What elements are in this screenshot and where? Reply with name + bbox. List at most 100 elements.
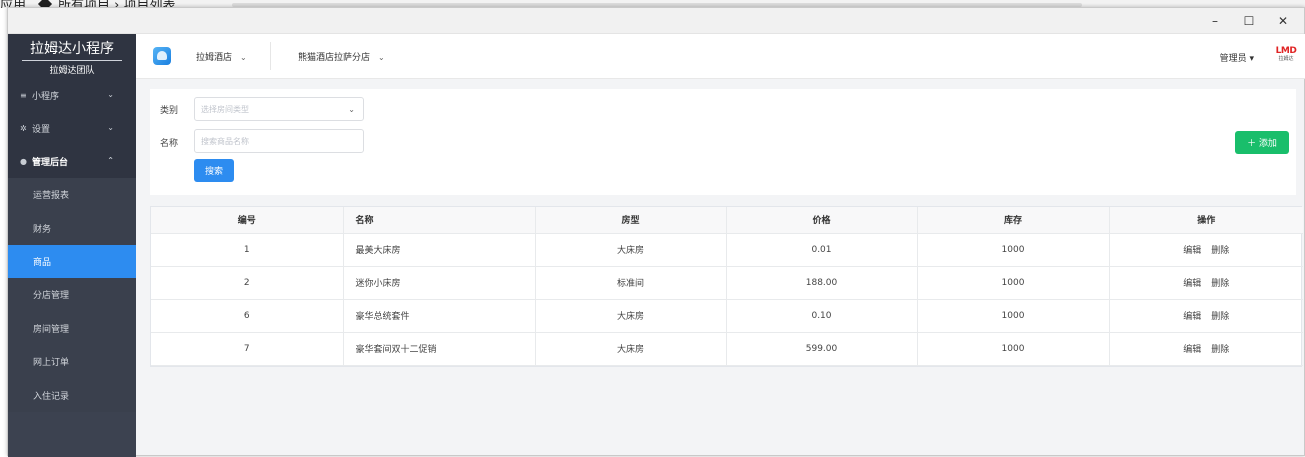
sidebar-item-products[interactable]: 商品: [8, 244, 136, 279]
brand-team: 拉姆达团队: [49, 65, 95, 76]
top-bar: 拉姆酒店 ⌄ 熊猫酒店拉萨分店 ⌄ 管理员 ▾ LMD 拉姆达: [136, 34, 1305, 79]
cell-actions: 编辑 删除: [1109, 299, 1303, 333]
sidebar-item-label: 财务: [33, 224, 52, 235]
cell-room-type: 大床房: [535, 299, 727, 333]
sidebar-item-label: 入住记录: [33, 391, 70, 402]
circle-icon: ●: [20, 157, 27, 166]
cell-actions: 编辑 删除: [1109, 332, 1303, 366]
search-button[interactable]: 搜索: [194, 159, 234, 182]
sidebar-item-label: 网上订单: [33, 358, 70, 369]
cell-id: 1: [151, 233, 344, 267]
cell-stock: 1000: [917, 332, 1110, 366]
chevron-down-icon: ⌄: [107, 90, 114, 99]
table-row: 7 豪华套间双十二促销 大床房 599.00 1000 编辑 删除: [151, 332, 1303, 366]
menu-group-admin[interactable]: ● 管理后台 ⌃: [8, 145, 136, 178]
cell-stock: 1000: [917, 233, 1110, 267]
gear-icon: ✲: [20, 124, 27, 133]
sidebar-item-finance[interactable]: 财务: [8, 211, 136, 244]
table-header-row: 编号 名称 房型 价格 库存 操作: [151, 207, 1303, 234]
sidebar: 拉姆达小程序 拉姆达团队 ≡ 小程序 ⌄ ✲ 设置 ⌄ ● 管理后台 ⌃ 运营报…: [8, 34, 136, 457]
sidebar-item-branches[interactable]: 分店管理: [8, 278, 136, 311]
menu-group-settings[interactable]: ✲ 设置 ⌄: [8, 112, 136, 145]
sidebar-item-label: 分店管理: [33, 291, 70, 302]
category-label: 类别: [160, 106, 179, 116]
category-select[interactable]: 选择房间类型 ⌄: [194, 97, 364, 121]
name-search-placeholder: 搜索商品名称: [201, 136, 249, 146]
branch-select[interactable]: 熊猫酒店拉萨分店 ⌄: [298, 50, 385, 63]
minimize-icon: –: [1212, 14, 1218, 28]
user-menu[interactable]: 管理员 ▾: [1220, 51, 1254, 64]
branch-select-value: 熊猫酒店拉萨分店: [298, 53, 371, 63]
close-button[interactable]: ✕: [1266, 8, 1300, 34]
user-name: 管理员: [1219, 54, 1247, 64]
sidebar-item-orders[interactable]: 网上订单: [8, 345, 136, 378]
cell-price: 0.01: [726, 233, 918, 267]
app-logo-icon: [153, 47, 171, 65]
minimize-button[interactable]: –: [1198, 8, 1232, 34]
name-search-input[interactable]: 搜索商品名称: [194, 129, 364, 153]
cell-price: 188.00: [726, 266, 918, 300]
maximize-icon: ☐: [1243, 14, 1255, 28]
title-bar: – ☐ ✕: [8, 8, 1304, 34]
cell-name: 豪华总统套件: [343, 299, 536, 333]
cell-id: 2: [151, 266, 344, 300]
sidebar-item-label: 房间管理: [33, 324, 70, 335]
cell-room-type: 大床房: [535, 332, 727, 366]
admin-submenu: 运营报表 财务 商品 分店管理 房间管理 网上订单 入住记录: [8, 178, 136, 412]
products-table: 编号 名称 房型 价格 库存 操作 1 最美大床房 大床房 0.01 1000 …: [150, 206, 1303, 367]
edit-link[interactable]: 编辑: [1183, 243, 1201, 256]
delete-link[interactable]: 删除: [1211, 309, 1229, 322]
delete-link[interactable]: 删除: [1211, 276, 1229, 289]
chevron-down-icon: ⌄: [107, 123, 114, 132]
column-header-id[interactable]: 编号: [151, 207, 344, 234]
caret-down-icon: ▾: [1249, 54, 1254, 64]
sidebar-item-checkins[interactable]: 入住记录: [8, 378, 136, 411]
cell-stock: 1000: [917, 266, 1110, 300]
app-window: – ☐ ✕ 拉姆达小程序 拉姆达团队 ≡ 小程序 ⌄ ✲ 设置 ⌄ ● 管理后台…: [7, 7, 1305, 457]
column-header-room-type[interactable]: 房型: [535, 207, 727, 234]
cell-price: 0.10: [726, 299, 918, 333]
hotel-select[interactable]: 拉姆酒店 ⌄: [196, 50, 247, 63]
edit-link[interactable]: 编辑: [1183, 309, 1201, 322]
sidebar-footer: [8, 412, 136, 457]
cell-room-type: 大床房: [535, 233, 727, 267]
chevron-down-icon: ⌄: [378, 53, 385, 62]
cell-id: 7: [151, 332, 344, 366]
cell-name: 豪华套间双十二促销: [343, 332, 536, 366]
chevron-down-icon: ⌄: [348, 104, 355, 114]
table-row: 1 最美大床房 大床房 0.01 1000 编辑 删除: [151, 233, 1303, 267]
column-header-actions: 操作: [1109, 207, 1303, 234]
category-select-placeholder: 选择房间类型: [201, 104, 249, 114]
cell-id: 6: [151, 299, 344, 333]
menu-group-label: 小程序: [32, 92, 60, 102]
chevron-up-icon: ⌃: [107, 156, 114, 165]
topbar-divider: [270, 42, 271, 70]
sidebar-item-label: 运营报表: [33, 191, 70, 202]
close-icon: ✕: [1277, 14, 1289, 28]
delete-link[interactable]: 删除: [1211, 243, 1229, 256]
column-header-price[interactable]: 价格: [726, 207, 918, 234]
maximize-button[interactable]: ☐: [1232, 8, 1266, 34]
sidebar-item-rooms[interactable]: 房间管理: [8, 312, 136, 345]
delete-link[interactable]: 删除: [1211, 342, 1229, 355]
list-icon: ≡: [20, 91, 27, 100]
menu-group-label: 管理后台: [32, 158, 69, 168]
edit-link[interactable]: 编辑: [1183, 276, 1201, 289]
table-row: 6 豪华总统套件 大床房 0.10 1000 编辑 删除: [151, 299, 1303, 333]
sidebar-item-reports[interactable]: 运营报表: [8, 178, 136, 211]
column-header-name[interactable]: 名称: [343, 207, 536, 234]
table-row: 2 迷你小床房 标准间 188.00 1000 编辑 删除: [151, 266, 1303, 300]
edit-link[interactable]: 编辑: [1183, 342, 1201, 355]
cell-room-type: 标准间: [535, 266, 727, 300]
lmd-logo: LMD 拉姆达: [1275, 46, 1297, 62]
brand: 拉姆达小程序 拉姆达团队: [8, 34, 136, 79]
cell-name: 最美大床房: [343, 233, 536, 267]
cell-stock: 1000: [917, 299, 1110, 333]
cell-actions: 编辑 删除: [1109, 233, 1303, 267]
name-label: 名称: [160, 139, 179, 149]
cell-name: 迷你小床房: [343, 266, 536, 300]
menu-group-miniprogram[interactable]: ≡ 小程序 ⌄: [8, 79, 136, 112]
add-button[interactable]: ＋ 添加: [1235, 131, 1289, 154]
column-header-stock[interactable]: 库存: [917, 207, 1110, 234]
menu-group-label: 设置: [32, 125, 51, 135]
